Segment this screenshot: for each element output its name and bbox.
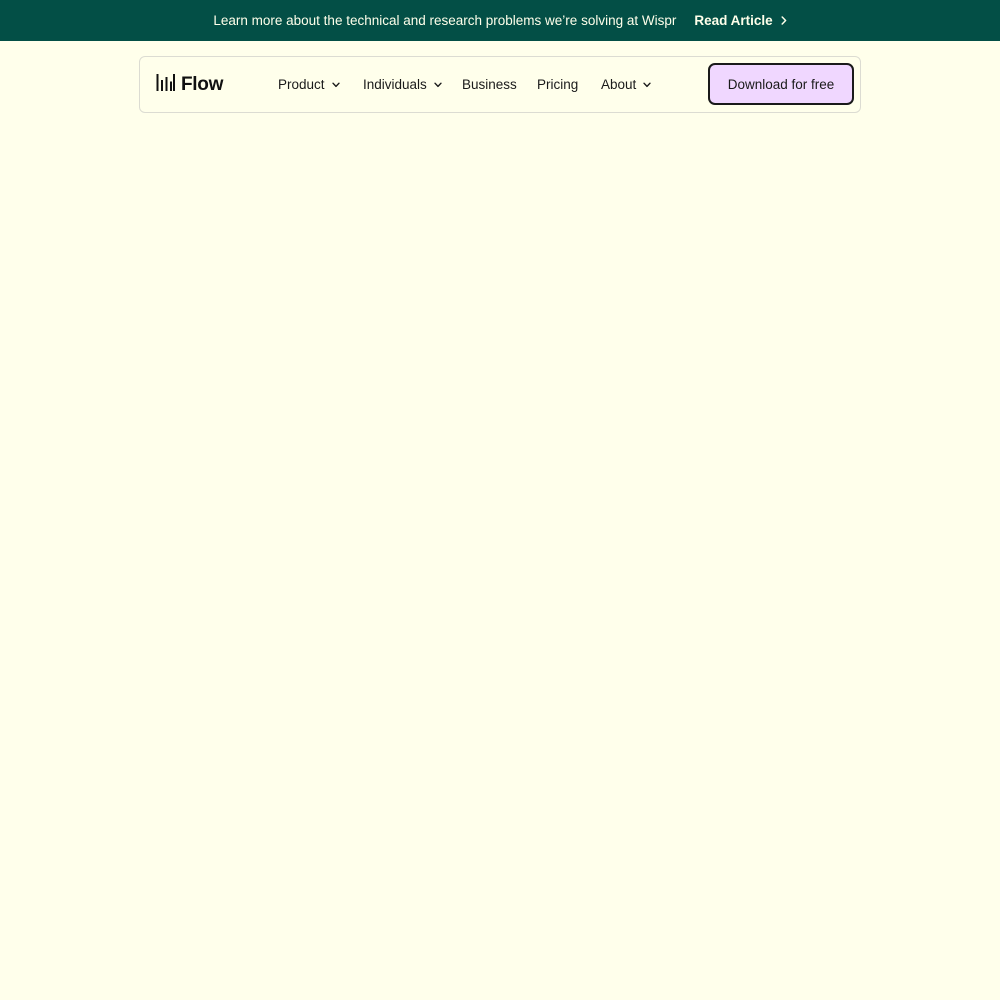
nav-item-individuals-label: Individuals — [363, 77, 427, 92]
nav-item-product-label: Product — [278, 77, 325, 92]
read-article-label: Read Article — [694, 13, 773, 28]
download-button[interactable]: Download for free — [708, 63, 854, 105]
nav-item-about[interactable]: About — [601, 57, 651, 112]
read-article-link[interactable]: Read Article — [694, 13, 786, 28]
nav-item-business[interactable]: Business — [462, 57, 517, 112]
chevron-down-icon — [331, 82, 340, 88]
waveform-bars-icon — [156, 73, 175, 97]
nav-item-about-label: About — [601, 77, 637, 92]
chevron-down-icon — [434, 82, 442, 88]
flow-logo[interactable]: Flow — [156, 74, 223, 96]
nav-item-individuals[interactable]: Individuals — [363, 57, 442, 112]
announcement-text: Learn more about the technical and resea… — [213, 13, 677, 28]
chevron-right-icon — [781, 16, 787, 25]
chevron-down-icon — [643, 82, 651, 88]
nav-item-product[interactable]: Product — [278, 57, 340, 112]
announcement-bar: Learn more about the technical and resea… — [0, 0, 1000, 41]
main-navbar: Flow Product Individuals Business Pricin… — [139, 56, 861, 113]
nav-item-business-label: Business — [462, 77, 517, 92]
nav-item-pricing[interactable]: Pricing — [537, 57, 578, 112]
nav-item-pricing-label: Pricing — [537, 77, 579, 92]
logo-wordmark: Flow — [181, 74, 224, 95]
